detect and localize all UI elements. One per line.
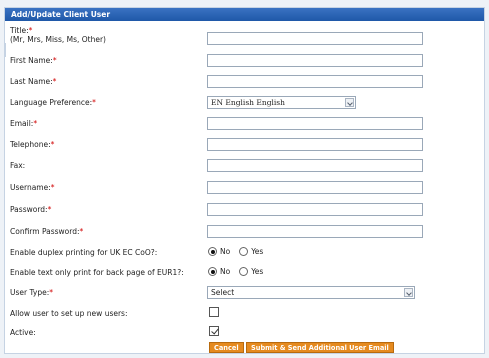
user-type-select[interactable]: Select xyxy=(207,286,415,299)
last-name-label: Last Name:* xyxy=(10,77,56,86)
required-mark: * xyxy=(50,140,55,149)
text-only-yes-radio[interactable] xyxy=(239,267,249,276)
first-name-label-text: First Name: xyxy=(10,56,53,65)
required-mark: * xyxy=(50,183,55,192)
title-label: Title:* (Mr, Mrs, Miss, Ms, Other) xyxy=(10,26,106,44)
required-mark: * xyxy=(33,119,38,128)
first-name-label: First Name:* xyxy=(10,56,57,65)
email-field[interactable] xyxy=(207,117,423,130)
duplex-radio-group: No Yes xyxy=(208,247,269,256)
telephone-label: Telephone:* xyxy=(10,140,54,149)
submit-send-email-button[interactable]: Submit & Send Additional User Email xyxy=(246,342,394,353)
fax-label: Fax: xyxy=(10,161,26,170)
text-only-radio-group: No Yes xyxy=(208,267,269,276)
cancel-button[interactable]: Cancel xyxy=(209,342,244,353)
title-label-text: Title: xyxy=(10,26,29,35)
required-mark: * xyxy=(79,227,84,236)
duplex-yes-label[interactable]: Yes xyxy=(251,247,263,256)
password-label: Password:* xyxy=(10,205,51,214)
user-type-label-text: User Type: xyxy=(10,288,50,297)
username-input[interactable] xyxy=(207,181,423,194)
duplex-label: Enable duplex printing for UK EC CoO?: xyxy=(10,248,158,257)
language-label: Language Preference:* xyxy=(10,98,96,107)
active-checkbox[interactable] xyxy=(209,326,219,336)
password-label-text: Password: xyxy=(10,205,48,214)
confirm-password-input[interactable] xyxy=(207,225,423,238)
text-only-no-radio[interactable] xyxy=(208,267,217,276)
email-label-text: Email: xyxy=(10,119,34,128)
panel-divider xyxy=(5,43,6,57)
allow-setup-label: Allow user to set up new users: xyxy=(10,309,128,318)
confirm-password-label-text: Confirm Password: xyxy=(10,227,80,236)
first-name-input[interactable] xyxy=(207,54,423,67)
required-mark: * xyxy=(52,56,57,65)
chevron-down-icon[interactable] xyxy=(345,98,354,107)
title-hint: (Mr, Mrs, Miss, Ms, Other) xyxy=(10,35,106,44)
required-mark: * xyxy=(47,205,52,214)
duplex-no-radio[interactable] xyxy=(208,247,217,256)
fax-input[interactable] xyxy=(207,159,423,172)
username-label-text: Username: xyxy=(10,183,51,192)
text-only-label: Enable text only print for back page of … xyxy=(10,268,184,277)
user-type-label: User Type:* xyxy=(10,288,53,297)
language-select[interactable]: EN English English xyxy=(207,96,356,109)
active-label: Active: xyxy=(10,328,36,337)
user-type-selected-value: Select xyxy=(211,288,235,297)
password-input[interactable] xyxy=(207,203,423,216)
language-label-text: Language Preference: xyxy=(10,98,93,107)
last-name-input[interactable] xyxy=(207,75,423,88)
chevron-down-icon[interactable] xyxy=(404,288,413,297)
title-input[interactable] xyxy=(207,32,423,45)
required-mark: * xyxy=(49,288,53,297)
allow-setup-checkbox[interactable] xyxy=(209,307,219,317)
text-only-no-label[interactable]: No xyxy=(220,267,230,276)
telephone-label-text: Telephone: xyxy=(10,140,51,149)
username-label: Username:* xyxy=(10,183,55,192)
email-label: Email:* xyxy=(10,119,37,128)
required-mark: * xyxy=(28,26,33,35)
duplex-yes-radio[interactable] xyxy=(239,247,249,256)
confirm-password-label: Confirm Password:* xyxy=(10,227,83,236)
text-only-yes-label[interactable]: Yes xyxy=(251,267,263,276)
required-mark: * xyxy=(92,98,96,107)
add-update-client-user-panel: Add/Update Client User Title:* (Mr, Mrs,… xyxy=(4,7,485,354)
language-selected-value: EN English English xyxy=(211,98,285,107)
telephone-input[interactable] xyxy=(207,138,423,151)
panel-title: Add/Update Client User xyxy=(5,8,484,21)
duplex-no-label[interactable]: No xyxy=(220,247,230,256)
last-name-label-text: Last Name: xyxy=(10,77,53,86)
required-mark: * xyxy=(52,77,57,86)
